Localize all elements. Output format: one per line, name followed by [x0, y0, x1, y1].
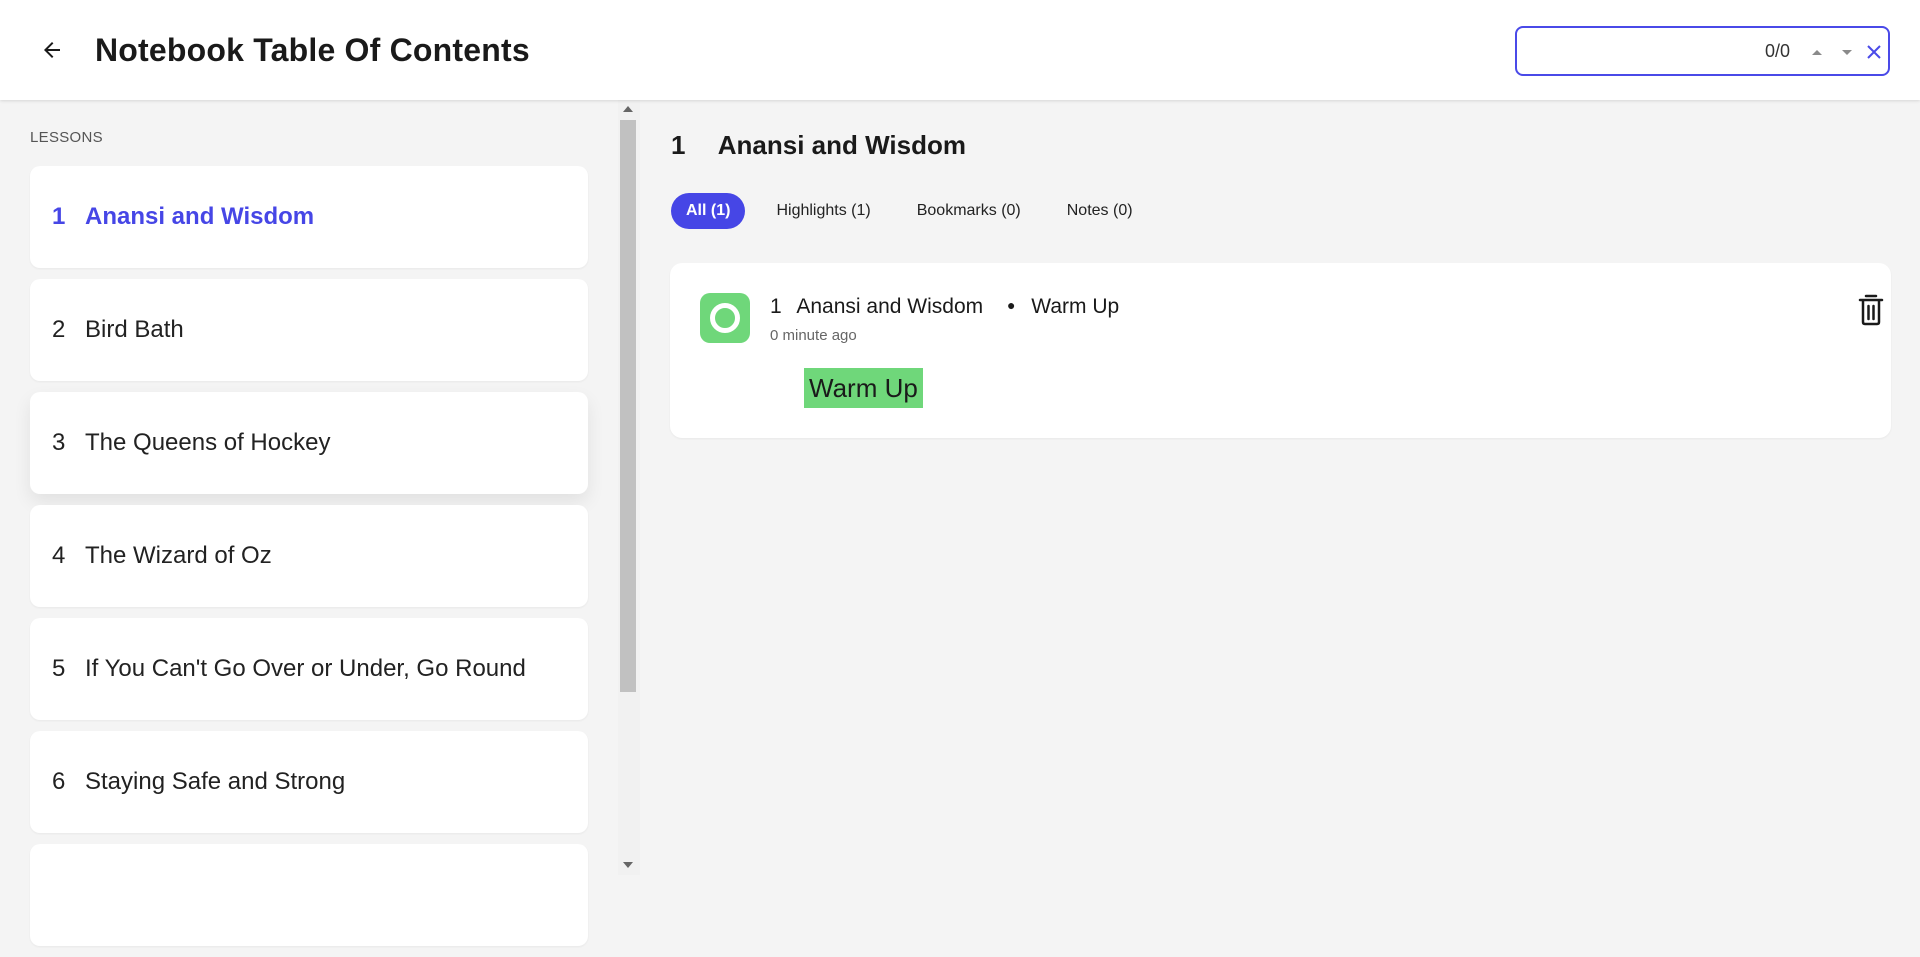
- lesson-item-5[interactable]: 5 If You Can't Go Over or Under, Go Roun…: [30, 618, 588, 720]
- search-input[interactable]: [1529, 38, 1749, 64]
- lesson-label: Staying Safe and Strong: [85, 768, 346, 795]
- entry-title: 1 Anansi and Wisdom ● Warm Up: [770, 295, 1119, 319]
- search-box: 0/0: [1515, 26, 1890, 76]
- trash-icon[interactable]: [1856, 293, 1886, 327]
- lesson-number: 3: [52, 429, 66, 456]
- tab-notes[interactable]: Notes (0): [1052, 193, 1148, 229]
- lesson-heading-number: 1: [671, 130, 686, 160]
- lesson-label: Anansi and Wisdom: [85, 203, 315, 230]
- entry-lesson-title: Anansi and Wisdom: [796, 295, 984, 318]
- lesson-heading-title: Anansi and Wisdom: [717, 130, 966, 160]
- lesson-number: 5: [52, 655, 66, 682]
- tab-highlights[interactable]: Highlights (1): [761, 193, 885, 229]
- lesson-number: 4: [52, 542, 66, 569]
- lesson-item-1[interactable]: 1 Anansi and Wisdom: [30, 166, 588, 268]
- page-title: Notebook Table Of Contents: [95, 32, 530, 68]
- back-button[interactable]: [32, 30, 72, 70]
- scrollbar-thumb[interactable]: [620, 120, 636, 692]
- lesson-label: If You Can't Go Over or Under, Go Round: [85, 655, 526, 682]
- sidebar-scrollbar[interactable]: [618, 100, 640, 875]
- highlighted-text[interactable]: Warm Up: [804, 368, 923, 408]
- highlight-icon: [700, 293, 750, 343]
- arrow-left-icon: [44, 42, 60, 58]
- next-result-icon[interactable]: [1837, 42, 1857, 62]
- lesson-number: 1: [52, 203, 66, 230]
- scroll-up-arrow-icon[interactable]: [623, 106, 633, 112]
- search-result-count: 0/0: [1765, 41, 1791, 61]
- lesson-item-6[interactable]: 6 Staying Safe and Strong: [30, 731, 588, 833]
- lesson-number: 2: [52, 316, 66, 343]
- lesson-label: The Wizard of Oz: [85, 542, 272, 569]
- lesson-label: Bird Bath: [85, 316, 184, 343]
- scroll-down-arrow-icon[interactable]: [623, 862, 633, 868]
- close-icon[interactable]: [1863, 41, 1885, 63]
- sidebar-heading: LESSONS: [30, 129, 103, 146]
- app-header: Notebook Table Of Contents 0/0: [0, 0, 1920, 100]
- lesson-heading: 1 Anansi and Wisdom: [671, 130, 966, 161]
- separator-dot-icon: ●: [1006, 297, 1016, 313]
- lesson-item-7[interactable]: [30, 844, 588, 946]
- previous-result-icon[interactable]: [1807, 42, 1827, 62]
- lesson-item-3[interactable]: 3 The Queens of Hockey: [30, 392, 588, 494]
- tab-all[interactable]: All (1): [671, 193, 746, 229]
- lesson-number: 6: [52, 768, 66, 795]
- notebook-entry-card[interactable]: 1 Anansi and Wisdom ● Warm Up 0 minute a…: [670, 263, 1891, 438]
- entry-lesson-number: 1: [770, 295, 782, 318]
- tab-bookmarks[interactable]: Bookmarks (0): [902, 193, 1036, 229]
- lesson-label: The Queens of Hockey: [85, 429, 331, 456]
- highlight-ring-icon: [710, 303, 740, 333]
- lessons-sidebar: LESSONS 1 Anansi and Wisdom 2 Bird Bath …: [0, 100, 640, 946]
- entry-section: Warm Up: [1031, 295, 1120, 318]
- notebook-main: 1 Anansi and Wisdom All (1) Highlights (…: [641, 100, 1920, 875]
- lesson-list: 1 Anansi and Wisdom 2 Bird Bath 3 The Qu…: [30, 166, 588, 957]
- lesson-item-4[interactable]: 4 The Wizard of Oz: [30, 505, 588, 607]
- filter-tabs: All (1) Highlights (1) Bookmarks (0) Not…: [671, 193, 1148, 229]
- entry-timestamp: 0 minute ago: [770, 327, 857, 344]
- lesson-item-2[interactable]: 2 Bird Bath: [30, 279, 588, 381]
